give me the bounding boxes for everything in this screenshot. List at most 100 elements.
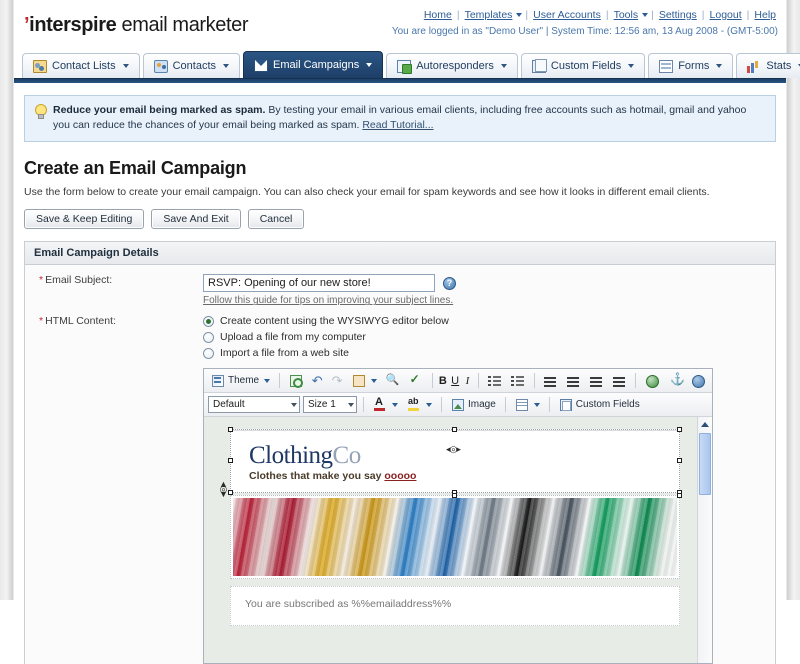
content-label: HTML Content: xyxy=(45,315,116,327)
content-control-cell: Create content using the WYSIWYG editor … xyxy=(203,315,775,359)
highlight-color-button[interactable] xyxy=(404,396,435,413)
redo-button[interactable]: ↷ xyxy=(329,372,346,389)
font-size-select[interactable]: Size 1 xyxy=(303,396,357,413)
underline-button[interactable]: U xyxy=(451,375,460,387)
radio-import-url[interactable]: Import a file from a web site xyxy=(203,347,775,359)
scroll-up-arrow-icon[interactable] xyxy=(700,418,711,429)
content-label-cell: *HTML Content: xyxy=(25,315,203,359)
tab-contact-lists[interactable]: Contact Lists xyxy=(22,53,140,78)
top-link-home[interactable]: Home xyxy=(422,9,454,21)
chevron-down-icon xyxy=(426,403,432,407)
insert-image-button[interactable]: Image xyxy=(448,396,499,413)
align-right-button[interactable] xyxy=(586,372,606,389)
align-center-button[interactable] xyxy=(563,372,583,389)
header-table-selection[interactable]: ◂◎▸ ▲◎▼ ClothingCo Clothes that make you… xyxy=(230,429,680,493)
custom-fields-icon xyxy=(532,60,546,73)
tab-autoresponders[interactable]: Autoresponders xyxy=(386,53,518,78)
bold-button[interactable]: B xyxy=(438,375,447,387)
insert-globe-button[interactable] xyxy=(642,372,662,389)
resize-handle[interactable] xyxy=(677,427,682,432)
subject-control-cell: ? Follow this guide for tips on improvin… xyxy=(203,274,775,306)
top-link-tools[interactable]: Tools xyxy=(612,9,641,21)
custom-fields-button[interactable]: Custom Fields xyxy=(556,396,643,413)
banner-image-cell[interactable] xyxy=(230,495,680,579)
spellcheck-button[interactable] xyxy=(406,372,426,389)
save-and-keep-editing-button[interactable]: Save & Keep Editing xyxy=(24,209,144,229)
radio-wysiwyg[interactable]: Create content using the WYSIWYG editor … xyxy=(203,315,775,327)
align-justify-button[interactable] xyxy=(609,372,629,389)
subject-guide-link[interactable]: Follow this guide for tips on improving … xyxy=(203,295,775,306)
logo-rest-text: email marketer xyxy=(116,14,248,36)
top-link-user-accounts[interactable]: User Accounts xyxy=(531,9,603,21)
align-left-icon xyxy=(543,374,557,388)
tab-custom-fields[interactable]: Custom Fields xyxy=(521,53,645,78)
top-link-logout[interactable]: Logout xyxy=(708,9,744,21)
page-description: Use the form below to create your email … xyxy=(24,186,786,198)
stats-icon xyxy=(747,60,761,73)
email-campaign-details-panel: Email Campaign Details *Email Subject: ?… xyxy=(24,241,776,664)
resize-handle[interactable] xyxy=(677,493,682,498)
theme-button[interactable]: Theme xyxy=(208,372,273,389)
resize-handle[interactable] xyxy=(228,427,233,432)
scrollbar-thumb[interactable] xyxy=(699,433,711,495)
tab-forms[interactable]: Forms xyxy=(648,53,733,78)
top-link-settings[interactable]: Settings xyxy=(657,9,699,21)
font-family-select[interactable]: Default xyxy=(208,396,300,413)
save-and-exit-button[interactable]: Save And Exit xyxy=(151,209,240,229)
resize-handle[interactable] xyxy=(228,458,233,463)
font-family-value: Default xyxy=(213,399,245,410)
email-subject-input[interactable] xyxy=(203,274,435,292)
footer-text-cell[interactable]: You are subscribed as %%emailaddress%% xyxy=(230,586,680,626)
insert-anchor-button[interactable] xyxy=(665,372,685,389)
help-icon[interactable]: ? xyxy=(443,277,456,290)
chevron-down-icon xyxy=(223,64,229,68)
editor-toolbar-row-1: Theme ↶ ↷ B U I xyxy=(204,369,712,393)
tab-email-campaigns[interactable]: Email Campaigns xyxy=(243,51,383,78)
tab-label: Contact Lists xyxy=(52,60,116,72)
subject-input-wrap: ? xyxy=(203,274,775,292)
autoresponder-icon xyxy=(397,60,411,73)
toolbar-separator xyxy=(505,397,506,412)
ordered-list-button[interactable] xyxy=(485,372,505,389)
chevron-down-icon xyxy=(716,64,722,68)
radio-upload-file[interactable]: Upload a file from my computer xyxy=(203,331,775,343)
tab-label: Custom Fields xyxy=(551,60,621,72)
top-link-templates[interactable]: Templates xyxy=(463,9,515,21)
insert-link-button[interactable] xyxy=(286,372,306,389)
italic-button[interactable]: I xyxy=(463,375,472,387)
tab-contacts[interactable]: Contacts xyxy=(143,53,240,78)
nav-sep: | xyxy=(699,9,708,21)
toolbar-separator xyxy=(549,397,550,412)
top-link-help[interactable]: Help xyxy=(752,9,778,21)
editor-help-button[interactable] xyxy=(688,372,708,389)
resize-handle[interactable] xyxy=(677,458,682,463)
find-icon xyxy=(386,374,400,388)
action-button-row: Save & Keep Editing Save And Exit Cancel xyxy=(24,209,786,229)
nav-sep: | xyxy=(522,9,531,21)
paste-icon xyxy=(352,374,366,388)
paste-button[interactable] xyxy=(349,372,380,389)
resize-handle[interactable] xyxy=(452,427,457,432)
row-resize-grip-icon[interactable]: ▲◎▼ xyxy=(219,482,228,497)
brand-header-cell: ClothingCo Clothes that make you say ooo… xyxy=(231,430,679,492)
undo-button[interactable]: ↶ xyxy=(309,372,326,389)
read-tutorial-link[interactable]: Read Tutorial... xyxy=(362,119,433,131)
image-icon xyxy=(451,398,465,412)
editor-scrollbar[interactable] xyxy=(697,417,712,663)
cancel-button[interactable]: Cancel xyxy=(248,209,305,229)
toolbar-separator xyxy=(635,373,636,388)
find-replace-button[interactable] xyxy=(383,372,403,389)
radio-label: Create content using the WYSIWYG editor … xyxy=(220,315,449,327)
insert-table-button[interactable] xyxy=(512,396,543,413)
text-color-button[interactable] xyxy=(370,396,401,413)
tab-stats[interactable]: Stats xyxy=(736,53,800,78)
notice-text: Reduce your email being marked as spam. … xyxy=(53,103,766,133)
align-left-button[interactable] xyxy=(540,372,560,389)
column-resize-grip-icon[interactable]: ◂◎▸ xyxy=(446,444,460,455)
nav-sep: | xyxy=(648,9,657,21)
email-body-content[interactable]: ◂◎▸ ▲◎▼ ClothingCo Clothes that make you… xyxy=(230,429,680,626)
page-container: ’interspire email marketer Home|Template… xyxy=(14,0,786,600)
unordered-list-button[interactable] xyxy=(508,372,528,389)
editor-canvas[interactable]: ◂◎▸ ▲◎▼ ClothingCo Clothes that make you… xyxy=(204,417,712,663)
notice-headline: Reduce your email being marked as spam. xyxy=(53,104,265,116)
